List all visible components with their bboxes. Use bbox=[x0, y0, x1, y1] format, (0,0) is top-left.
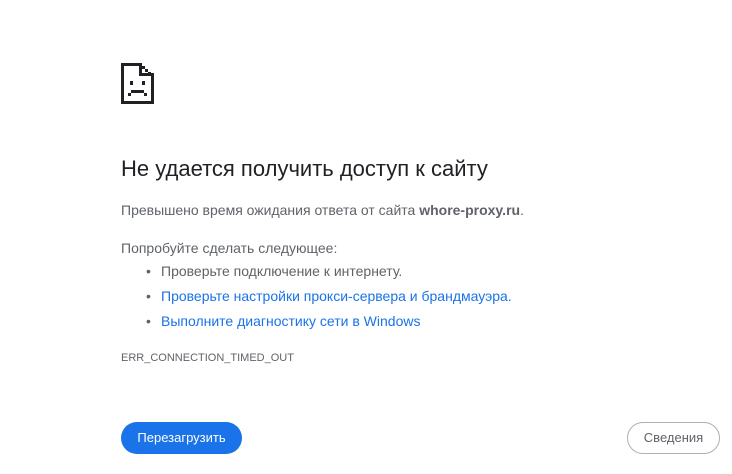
site-host: whore-proxy.ru bbox=[419, 202, 521, 218]
suggestions-list: • Проверьте подключение к интернету. • П… bbox=[121, 261, 512, 336]
suggestions-title: Попробуйте сделать следующее: bbox=[121, 240, 338, 256]
error-summary: Превышено время ожидания ответа от сайта… bbox=[121, 200, 524, 220]
page-title: Не удается получить доступ к сайту bbox=[121, 156, 488, 181]
summary-text: Превышено время ожидания ответа от сайта bbox=[121, 202, 420, 218]
reload-button[interactable]: Перезагрузить bbox=[121, 422, 242, 454]
check-proxy-firewall-link[interactable]: Проверьте настройки прокси-сервера и бра… bbox=[161, 288, 512, 304]
suggestion-check-connection: Проверьте подключение к интернету. bbox=[161, 263, 403, 279]
bullet-icon: • bbox=[146, 263, 151, 279]
error-page: Не удается получить доступ к сайту Превы… bbox=[0, 0, 732, 474]
sad-page-icon bbox=[121, 63, 154, 104]
details-button[interactable]: Сведения bbox=[627, 422, 720, 454]
bullet-icon: • bbox=[146, 288, 151, 304]
windows-network-diagnostics-link[interactable]: Выполните диагностику сети в Windows bbox=[161, 313, 420, 329]
list-item: • Выполните диагностику сети в Windows bbox=[121, 311, 512, 336]
error-code: ERR_CONNECTION_TIMED_OUT bbox=[121, 352, 294, 364]
list-item: • Проверьте настройки прокси-сервера и б… bbox=[121, 286, 512, 311]
summary-suffix: . bbox=[520, 202, 524, 218]
bullet-icon: • bbox=[146, 313, 151, 329]
list-item: • Проверьте подключение к интернету. bbox=[121, 261, 512, 286]
